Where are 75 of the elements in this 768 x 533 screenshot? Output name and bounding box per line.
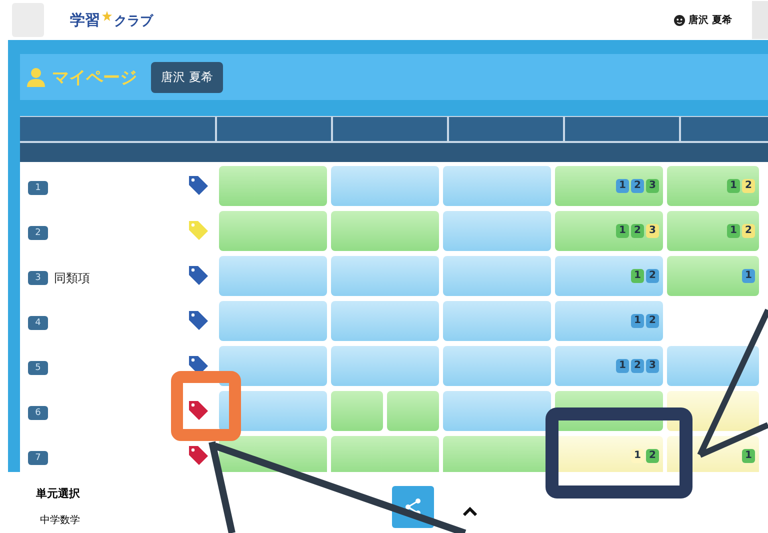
subject-tab[interactable]: 中学数学 — [40, 513, 392, 527]
attempt-badge: 2 — [646, 449, 659, 463]
caret-up-icon[interactable] — [462, 506, 478, 516]
user-icon — [674, 14, 685, 26]
attempt-badge: 1 — [631, 269, 644, 283]
result-tile[interactable] — [331, 256, 439, 296]
result-tile[interactable] — [219, 256, 327, 296]
attempt-badge: 1 — [727, 179, 740, 193]
result-tile[interactable] — [443, 166, 551, 206]
attempt-badge: 2 — [631, 179, 644, 193]
result-tile[interactable] — [219, 301, 327, 341]
tag-icon[interactable] — [187, 264, 209, 286]
result-tile[interactable]: 1 2 3 — [555, 346, 663, 386]
result-tile[interactable] — [219, 346, 327, 386]
row-number: 4 — [28, 316, 48, 330]
result-tile[interactable]: 1 2 — [667, 211, 759, 251]
attempt-badge: 2 — [742, 179, 755, 193]
attempt-badge: 2 — [646, 269, 659, 283]
result-tile[interactable] — [219, 166, 327, 206]
result-tile[interactable] — [667, 346, 759, 386]
result-tile[interactable]: 1 2 3 — [555, 211, 663, 251]
result-tile[interactable]: 1 2 3 — [555, 166, 663, 206]
result-tile[interactable] — [331, 301, 439, 341]
result-tile[interactable] — [219, 211, 327, 251]
star-icon — [102, 10, 112, 20]
result-tile[interactable] — [443, 301, 551, 341]
attempt-badge: 2 — [631, 359, 644, 373]
attempt-badge: 2 — [742, 224, 755, 238]
attempt-badge: 1 — [727, 224, 740, 238]
lesson-name[interactable]: 同類項 — [54, 270, 90, 286]
attempt-badge: 3 — [646, 224, 659, 238]
result-tile[interactable] — [331, 346, 439, 386]
tag-icon[interactable] — [187, 309, 209, 331]
logo-text: 学習 — [70, 10, 100, 30]
attempt-badge: 1 — [616, 224, 629, 238]
page-title: マイページ — [52, 66, 137, 88]
result-tile[interactable] — [443, 391, 551, 431]
person-icon — [26, 67, 46, 87]
row-number: 6 — [28, 406, 48, 420]
attempt-badge: 1 — [742, 449, 755, 463]
student-name: 唐沢 夏希 — [151, 62, 223, 92]
result-tile[interactable] — [331, 166, 439, 206]
user-name[interactable]: 唐沢 夏希 — [688, 13, 732, 27]
tag-icon[interactable] — [187, 444, 209, 466]
result-tile[interactable] — [443, 211, 551, 251]
result-tile[interactable]: 1 — [667, 256, 759, 296]
tag-icon[interactable] — [187, 399, 209, 421]
result-tile[interactable]: 1 2 — [555, 301, 663, 341]
row-number: 1 — [28, 181, 48, 195]
attempt-badge: 1 — [631, 314, 644, 328]
attempt-badge: 2 — [646, 314, 659, 328]
result-tile[interactable] — [331, 391, 383, 431]
attempt-badge: 2 — [631, 224, 644, 238]
result-tile[interactable] — [443, 346, 551, 386]
logo-text: クラブ — [114, 12, 153, 30]
attempt-badge: 3 — [646, 179, 659, 193]
attempt-badge: 3 — [646, 359, 659, 373]
row-number: 5 — [28, 361, 48, 375]
attempt-badge: 1 — [631, 449, 644, 463]
row-number: 7 — [28, 451, 48, 465]
result-tile[interactable]: 1 2 — [667, 166, 759, 206]
result-tile[interactable] — [331, 211, 439, 251]
row-number: 3 — [28, 271, 48, 285]
attempt-badge: 1 — [616, 359, 629, 373]
tag-icon[interactable] — [187, 174, 209, 196]
row-number: 2 — [28, 226, 48, 240]
section-title: 単元選択 — [36, 486, 81, 501]
result-tile[interactable]: 1 2 — [555, 256, 663, 296]
result-tile[interactable] — [387, 391, 439, 431]
highlight-frame — [171, 371, 241, 441]
attempt-badge: 1 — [742, 269, 755, 283]
attempt-badge: 1 — [616, 179, 629, 193]
side-button[interactable] — [752, 1, 768, 39]
result-tile[interactable] — [443, 256, 551, 296]
result-tile[interactable] — [331, 436, 439, 472]
